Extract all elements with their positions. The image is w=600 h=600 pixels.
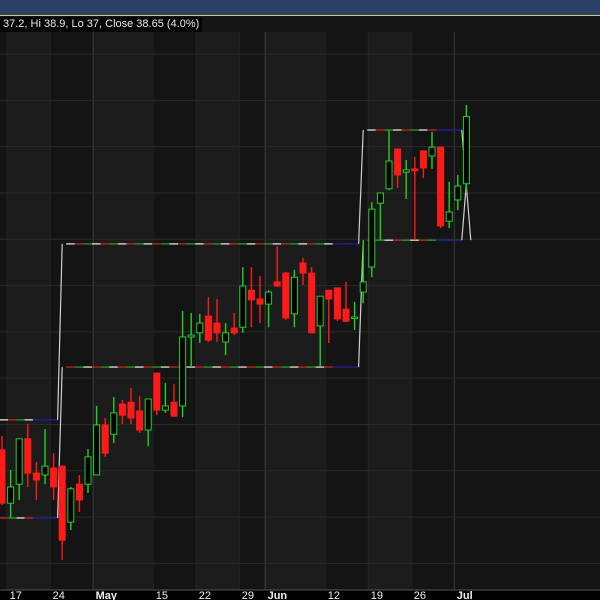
candle-body [170,401,178,417]
candle-body [50,467,58,488]
candle-body [93,424,101,476]
x-tick-label: Jun [268,590,288,600]
candle-body [144,398,152,431]
candle [333,287,341,322]
candle-body [84,456,92,485]
candle-body [24,438,32,474]
candle [308,267,316,334]
x-axis-bar [0,590,600,600]
week-band [6,32,50,590]
week-band [367,32,411,590]
x-tick-label: 17 [10,590,22,600]
candle-body [204,315,212,341]
candle-body [101,424,109,454]
candle-body [325,289,333,300]
candle-body [454,185,462,201]
week-band [92,32,153,590]
candle-body [222,332,230,343]
candle-body [445,211,453,222]
candle-body [299,262,307,274]
week-band [152,32,196,590]
candle-body [282,272,290,319]
candle-body [256,298,264,305]
x-tick-label: May [96,590,118,600]
candle [282,272,290,320]
week-band [0,32,7,590]
candle-body [368,208,376,268]
candle-body [419,150,427,169]
x-tick-label: 15 [156,590,168,600]
candle-body [462,116,470,185]
candle-body [437,146,445,227]
candle-body [110,412,118,435]
candle-body [402,169,410,173]
candle-body [67,488,75,523]
candle-body [273,281,281,287]
week-bands [0,32,600,595]
candle-body [32,472,40,481]
candle-body [428,146,436,157]
x-tick-label: 29 [242,590,254,600]
candle-body [359,281,367,293]
candle-body [213,322,221,334]
candle-body [41,465,49,476]
candle-body [333,287,341,320]
candle [462,105,470,193]
week-band [410,32,454,590]
week-band [453,32,600,590]
x-tick-label: 26 [414,590,426,600]
candle-body [127,401,135,419]
candle-body [196,322,204,334]
candle-body [316,295,324,327]
candlestick-chart[interactable]: 17 24 May 15 22 29 Jun 12 19 26 Jul [0,0,600,600]
candle-body [58,465,66,541]
candle-body [230,327,238,334]
candle-body [161,405,169,411]
candle-body [247,289,255,301]
candle-body [308,272,316,334]
candle-body [376,192,384,204]
candle-body [15,438,23,485]
ohlc-readout: 37.2, Hi 38.9, Lo 37, Close 38.65 (4.0%) [0,17,203,32]
candle-body [118,403,126,416]
x-tick-label: 12 [328,590,340,600]
x-tick-label: 22 [199,590,211,600]
x-tick-label: Jul [457,590,473,600]
candle-body [187,334,195,338]
candle-body [136,410,144,431]
candle-body [411,168,419,172]
x-tick-label: 19 [371,590,383,600]
candle-body [179,336,187,407]
candle-body [239,285,247,328]
candle-body [351,316,359,320]
candle-body [385,160,393,190]
candle-body [75,483,83,501]
candle [368,202,376,278]
candle-body [153,372,161,411]
candle-body [0,449,6,504]
candle-body [265,291,273,305]
candle-body [394,148,402,176]
candle [437,146,445,229]
candle-body [290,276,298,315]
candle-body [7,486,15,504]
candle-body [342,308,350,322]
candle [153,372,161,416]
x-tick-label: 24 [53,590,65,600]
